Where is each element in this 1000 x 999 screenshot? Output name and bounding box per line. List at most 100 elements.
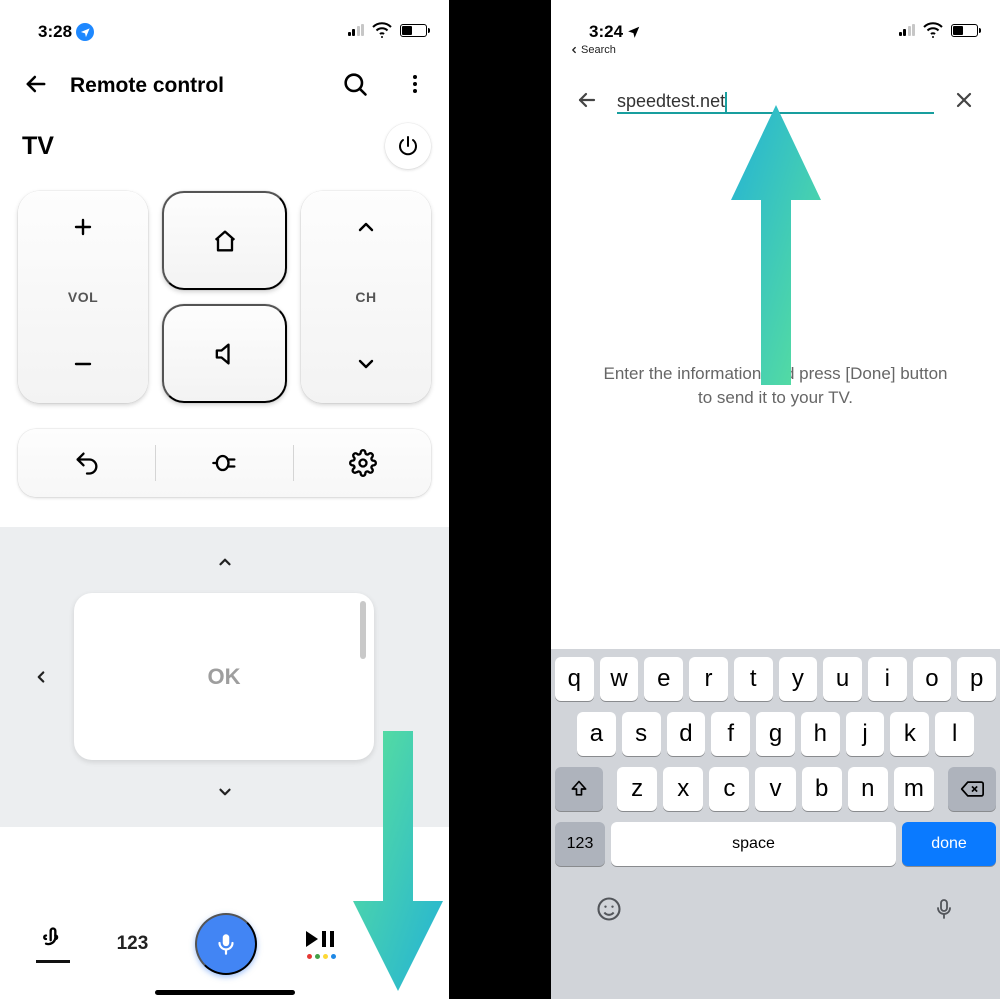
back-button[interactable]	[571, 84, 603, 119]
power-icon	[396, 134, 420, 158]
channel-rocker: CH	[301, 191, 431, 403]
plug-icon	[211, 449, 239, 477]
key-j[interactable]: j	[846, 712, 885, 756]
settings-button[interactable]	[294, 429, 431, 497]
key-g[interactable]: g	[756, 712, 795, 756]
touchpad-tab[interactable]	[36, 925, 70, 963]
left-screen: 3:28 Remote control TV	[0, 0, 449, 999]
play-pause-icon	[304, 929, 338, 949]
key-a[interactable]: a	[577, 712, 616, 756]
channel-label: CH	[355, 289, 376, 305]
channel-up-button[interactable]	[350, 211, 382, 246]
playback-tab[interactable]	[304, 929, 338, 959]
color-dots-icon	[307, 954, 336, 959]
backspace-key[interactable]	[948, 767, 996, 811]
channel-down-button[interactable]	[350, 348, 382, 383]
key-h[interactable]: h	[801, 712, 840, 756]
emoji-key[interactable]	[591, 891, 627, 930]
key-p[interactable]: p	[957, 657, 996, 701]
volume-rocker: VOL	[18, 191, 148, 403]
key-r[interactable]: r	[689, 657, 728, 701]
page-title: Remote control	[70, 74, 224, 98]
voice-button[interactable]	[195, 913, 257, 975]
clear-button[interactable]	[948, 84, 980, 119]
dpad-down-button[interactable]	[212, 779, 238, 805]
key-u[interactable]: u	[823, 657, 862, 701]
key-o[interactable]: o	[913, 657, 952, 701]
volume-label: VOL	[68, 289, 98, 305]
caret-up-icon	[216, 553, 234, 571]
key-s[interactable]: s	[622, 712, 661, 756]
space-key[interactable]: space	[611, 822, 896, 866]
key-i[interactable]: i	[868, 657, 907, 701]
ios-keyboard: qwertyuiop asdfghjkl zxcvbnm 123 space d…	[551, 649, 1000, 999]
volume-down-button[interactable]	[67, 348, 99, 383]
scroll-indicator	[360, 601, 366, 659]
device-name: TV	[22, 132, 54, 161]
search-button[interactable]	[337, 66, 373, 105]
undo-button[interactable]	[18, 429, 155, 497]
bottom-toolbar: 123	[0, 899, 449, 989]
dictation-key[interactable]	[928, 891, 960, 930]
gear-icon	[349, 449, 377, 477]
breadcrumb[interactable]: Search	[551, 44, 1000, 62]
breadcrumb-chevron-icon	[569, 45, 579, 55]
status-bar: 3:28	[0, 0, 449, 44]
backspace-icon	[960, 779, 984, 799]
input-source-button[interactable]	[156, 429, 293, 497]
volume-up-button[interactable]	[67, 211, 99, 246]
cellular-icon	[899, 24, 916, 36]
shift-key[interactable]	[555, 767, 603, 811]
right-screen: 3:24 Search speedtest.net Enter the info…	[551, 0, 1000, 999]
dpad-left-button[interactable]	[28, 664, 54, 690]
key-m[interactable]: m	[894, 767, 934, 811]
dpad-up-button[interactable]	[212, 549, 238, 575]
close-icon	[952, 88, 976, 112]
help-text: Enter the information and press [Done] b…	[551, 362, 1000, 410]
key-f[interactable]: f	[711, 712, 750, 756]
text-input-field[interactable]: speedtest.net	[617, 91, 934, 113]
key-k[interactable]: k	[890, 712, 929, 756]
key-z[interactable]: z	[617, 767, 657, 811]
search-icon	[341, 70, 369, 98]
key-q[interactable]: q	[555, 657, 594, 701]
wifi-icon	[921, 18, 945, 42]
dpad-panel: OK	[0, 527, 449, 827]
key-t[interactable]: t	[734, 657, 773, 701]
power-button[interactable]	[385, 123, 431, 169]
key-x[interactable]: x	[663, 767, 703, 811]
shortcut-row	[18, 429, 431, 497]
key-d[interactable]: d	[667, 712, 706, 756]
key-v[interactable]: v	[755, 767, 795, 811]
home-icon	[211, 227, 239, 255]
key-e[interactable]: e	[644, 657, 683, 701]
done-key[interactable]: done	[902, 822, 996, 866]
key-c[interactable]: c	[709, 767, 749, 811]
touch-icon	[39, 925, 67, 953]
numeric-mode-key[interactable]: 123	[555, 822, 605, 866]
key-y[interactable]: y	[779, 657, 818, 701]
plus-icon	[71, 215, 95, 239]
undo-icon	[73, 449, 101, 477]
mute-button[interactable]	[162, 304, 287, 403]
status-bar: 3:24	[551, 0, 1000, 44]
numeric-tab[interactable]: 123	[117, 933, 149, 955]
home-indicator	[155, 990, 295, 995]
text-input-value: speedtest.net	[617, 91, 725, 111]
home-button[interactable]	[162, 191, 287, 290]
status-time: 3:24	[589, 22, 623, 42]
key-n[interactable]: n	[848, 767, 888, 811]
ok-button[interactable]: OK	[74, 593, 374, 760]
key-l[interactable]: l	[935, 712, 974, 756]
keyboard-tab[interactable]	[385, 930, 413, 958]
ok-label: OK	[208, 664, 241, 690]
keyboard-icon	[385, 930, 413, 958]
minus-icon	[71, 352, 95, 376]
wifi-icon	[370, 18, 394, 42]
key-b[interactable]: b	[802, 767, 842, 811]
battery-icon	[951, 24, 978, 37]
location-active-icon	[76, 23, 94, 41]
back-button[interactable]	[18, 66, 54, 105]
key-w[interactable]: w	[600, 657, 639, 701]
overflow-menu-button[interactable]	[399, 68, 431, 103]
